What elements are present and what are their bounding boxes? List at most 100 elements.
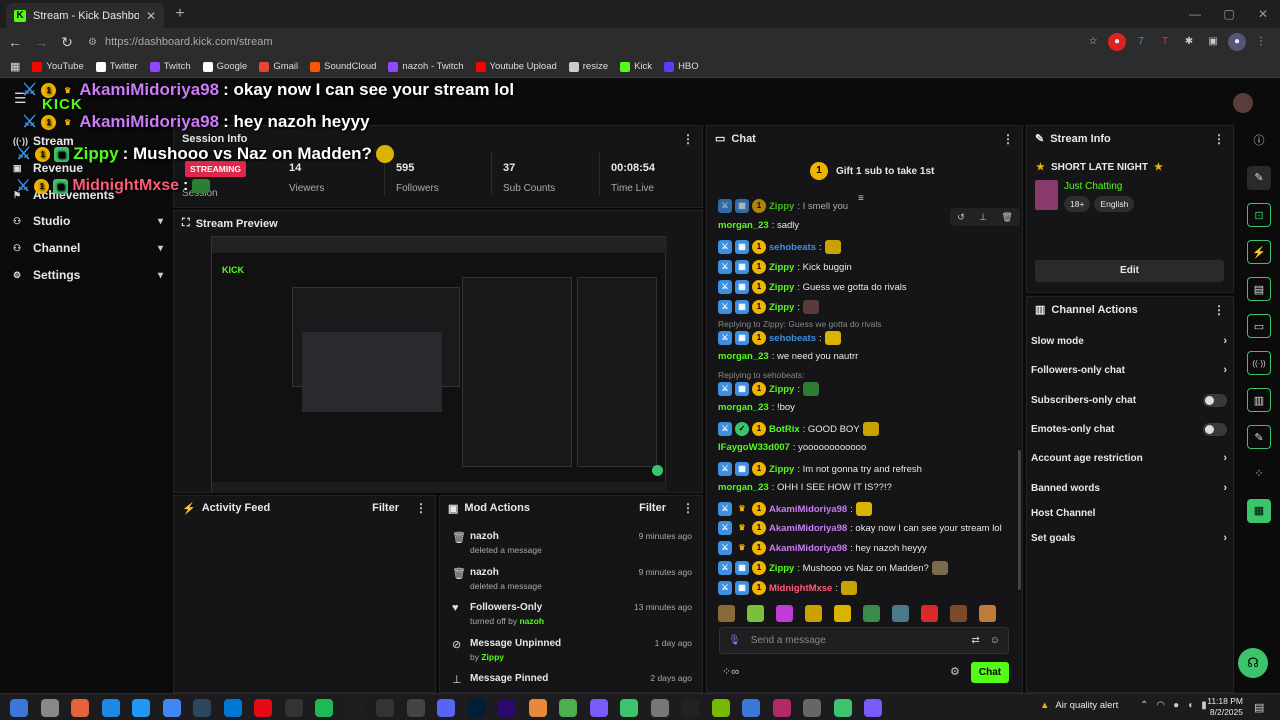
maximize-icon[interactable]: ▢ xyxy=(1212,0,1246,28)
tray-chevron-icon[interactable]: ⌃ xyxy=(1140,700,1148,711)
chat-username[interactable]: morgan_23 xyxy=(718,482,769,493)
emote-quick-icon[interactable] xyxy=(718,605,735,622)
chat-username[interactable]: Zippy xyxy=(769,262,794,273)
taskbar-app-icon[interactable] xyxy=(772,699,791,717)
edit-stream-button[interactable]: Edit xyxy=(1035,260,1224,282)
chat-message[interactable]: ⚔ ▦ 1 MidnightMxse: xyxy=(718,581,857,595)
chat-username[interactable]: Zippy xyxy=(769,563,794,574)
mod-action-by[interactable]: nazoh xyxy=(519,616,544,626)
rail-edit-icon[interactable]: ✎ xyxy=(1247,166,1271,190)
emoji-picker-icon[interactable]: ☺ xyxy=(990,635,1000,646)
pin-message-icon[interactable]: ⊥ xyxy=(979,212,987,223)
emote-quick-icon[interactable] xyxy=(979,605,996,622)
gift-sub-banner[interactable]: 1 Gift 1 sub to take 1st xyxy=(810,162,934,180)
chat-input[interactable]: 🎙 Send a message ⇄ ☺ xyxy=(719,627,1009,654)
bookmark-item[interactable]: SoundCloud xyxy=(310,61,376,72)
bookmark-item[interactable]: Kick xyxy=(620,61,652,72)
taskbar-app-icon[interactable] xyxy=(10,699,28,717)
rail-bolt-icon[interactable]: ⚡ xyxy=(1247,240,1271,264)
channel-action-subscribers-only-chat[interactable]: Subscribers-only chat xyxy=(1031,394,1227,407)
chat-username[interactable]: sehobeats xyxy=(769,333,816,344)
activity-menu-icon[interactable]: ⋮ xyxy=(415,501,427,515)
chat-username[interactable]: morgan_23 xyxy=(718,220,769,231)
mic-tray-icon[interactable]: ● xyxy=(1173,700,1179,711)
chat-message[interactable]: morgan_23: OHH I SEE HOW IT IS??!? xyxy=(718,482,892,493)
chat-message[interactable]: IFaygoW33d007: yoooooooooooo xyxy=(718,442,866,453)
rail-grid-dots-icon[interactable]: ⁘ xyxy=(1247,462,1271,486)
rail-panels-icon[interactable]: ▥ xyxy=(1247,388,1271,412)
taskbar-app-icon[interactable] xyxy=(650,699,669,717)
mod-filter-button[interactable]: Filter xyxy=(639,502,666,514)
chat-username[interactable]: Zippy xyxy=(769,302,794,313)
channel-actions-menu-icon[interactable]: ⋮ xyxy=(1213,303,1225,317)
sidepanel-icon[interactable]: ▣ xyxy=(1204,33,1222,51)
clock[interactable]: 11:18 PM 8/2/2025 xyxy=(1203,696,1243,718)
channel-action-set-goals[interactable]: Set goals › xyxy=(1031,532,1227,544)
taskbar-app-icon[interactable] xyxy=(803,699,821,717)
close-window-icon[interactable]: ✕ xyxy=(1246,0,1280,28)
bookmark-item[interactable]: nazoh - Twitch xyxy=(388,61,464,72)
chat-settings-icon[interactable]: ⚙ xyxy=(950,665,960,678)
translate-icon[interactable]: ⇄ xyxy=(971,635,979,646)
taskbar-app-icon[interactable] xyxy=(315,699,333,717)
chat-message[interactable]: ⚔ ▦ 1 Zippy: Guess we gotta do rivals xyxy=(718,280,907,294)
chat-message[interactable]: ⚔ ▦ 1 Zippy: Mushooo vs Naz on Madden? xyxy=(718,561,948,575)
bookmark-item[interactable]: YouTube xyxy=(32,61,84,72)
chat-username[interactable]: BotRix xyxy=(769,424,800,435)
taskbar-app-icon[interactable] xyxy=(498,699,516,717)
delete-message-icon[interactable]: 🗑 xyxy=(1001,212,1012,223)
taskbar-app-icon[interactable] xyxy=(589,699,608,717)
extension-translate-icon[interactable]: 7 xyxy=(1132,33,1150,51)
taskbar-app-icon[interactable] xyxy=(193,699,211,717)
chat-message[interactable]: ⚔ ▦ 1 Zippy: I smell you xyxy=(718,199,848,213)
emote-quick-icon[interactable] xyxy=(921,605,938,622)
taskbar-app-icon[interactable] xyxy=(284,699,303,717)
site-info-icon[interactable]: ⚙ xyxy=(88,37,97,48)
chat-username[interactable]: Zippy xyxy=(769,201,794,212)
emote-quick-icon[interactable] xyxy=(950,605,967,622)
reload-icon[interactable]: ↻ xyxy=(56,31,78,53)
chat-message[interactable]: ⚔ ▦ 1 Zippy: xyxy=(718,300,819,314)
back-icon[interactable]: ← xyxy=(4,31,26,53)
taskbar-app-icon[interactable] xyxy=(559,699,577,717)
rail-focus-icon[interactable]: ⊡ xyxy=(1247,203,1271,227)
chat-username[interactable]: AkamiMidoriya98 xyxy=(769,504,847,515)
chat-username[interactable]: AkamiMidoriya98 xyxy=(769,523,847,534)
taskbar-app-icon[interactable] xyxy=(437,699,455,717)
stream-info-menu-icon[interactable]: ⋮ xyxy=(1213,132,1225,146)
taskbar-app-icon[interactable] xyxy=(71,699,89,717)
chat-username[interactable]: morgan_23 xyxy=(718,402,769,413)
user-avatar[interactable] xyxy=(1233,93,1253,113)
sidebar-item-channel[interactable]: ⚇ Channel ▾ xyxy=(13,241,163,255)
apps-icon[interactable]: ▦ xyxy=(10,60,20,73)
taskbar-app-icon[interactable] xyxy=(162,699,181,717)
extension-red-icon[interactable]: ● xyxy=(1108,33,1126,51)
sidebar-item-settings[interactable]: ⚙ Settings ▾ xyxy=(13,268,163,282)
chat-username[interactable]: IFaygoW33d007 xyxy=(718,442,790,453)
extension-tp-icon[interactable]: T xyxy=(1156,33,1174,51)
mod-menu-icon[interactable]: ⋮ xyxy=(682,501,694,515)
chat-message[interactable]: morgan_23: !boy xyxy=(718,402,795,413)
mic-icon[interactable]: 🎙 xyxy=(728,635,741,646)
mod-action-by[interactable]: Zippy xyxy=(481,652,504,662)
emote-quick-icon[interactable] xyxy=(834,605,851,622)
bookmark-star-icon[interactable]: ☆ xyxy=(1084,33,1102,51)
weather-widget[interactable]: ▲ Air quality alert xyxy=(1040,700,1118,711)
channel-action-slow-mode[interactable]: Slow mode › xyxy=(1031,335,1227,347)
emote-quick-icon[interactable] xyxy=(776,605,793,622)
chat-username[interactable]: Zippy xyxy=(769,282,794,293)
stream-preview-video[interactable]: KICK xyxy=(211,236,667,493)
chat-message[interactable]: ⚔ ▦ 1 Zippy: xyxy=(718,382,819,396)
taskbar-app-icon[interactable] xyxy=(101,699,120,717)
chat-username[interactable]: sehobeats xyxy=(769,242,816,253)
taskbar-app-icon[interactable] xyxy=(467,699,486,717)
chat-message[interactable]: ⚔ ▦ 1 Zippy: Kick buggin xyxy=(718,260,852,274)
chat-message[interactable]: ⚔ ▦ 1 sehobeats: xyxy=(718,331,841,345)
rail-broadcast-icon[interactable]: ((·)) xyxy=(1247,351,1271,375)
taskbar-app-icon[interactable] xyxy=(864,699,882,717)
rail-clapper-icon[interactable]: ▦ xyxy=(1247,499,1271,523)
bookmark-item[interactable]: Gmail xyxy=(259,61,298,72)
chat-username[interactable]: Zippy xyxy=(769,464,794,475)
rail-info-icon[interactable]: ⓘ xyxy=(1247,129,1271,153)
close-tab-icon[interactable]: ✕ xyxy=(146,9,156,23)
